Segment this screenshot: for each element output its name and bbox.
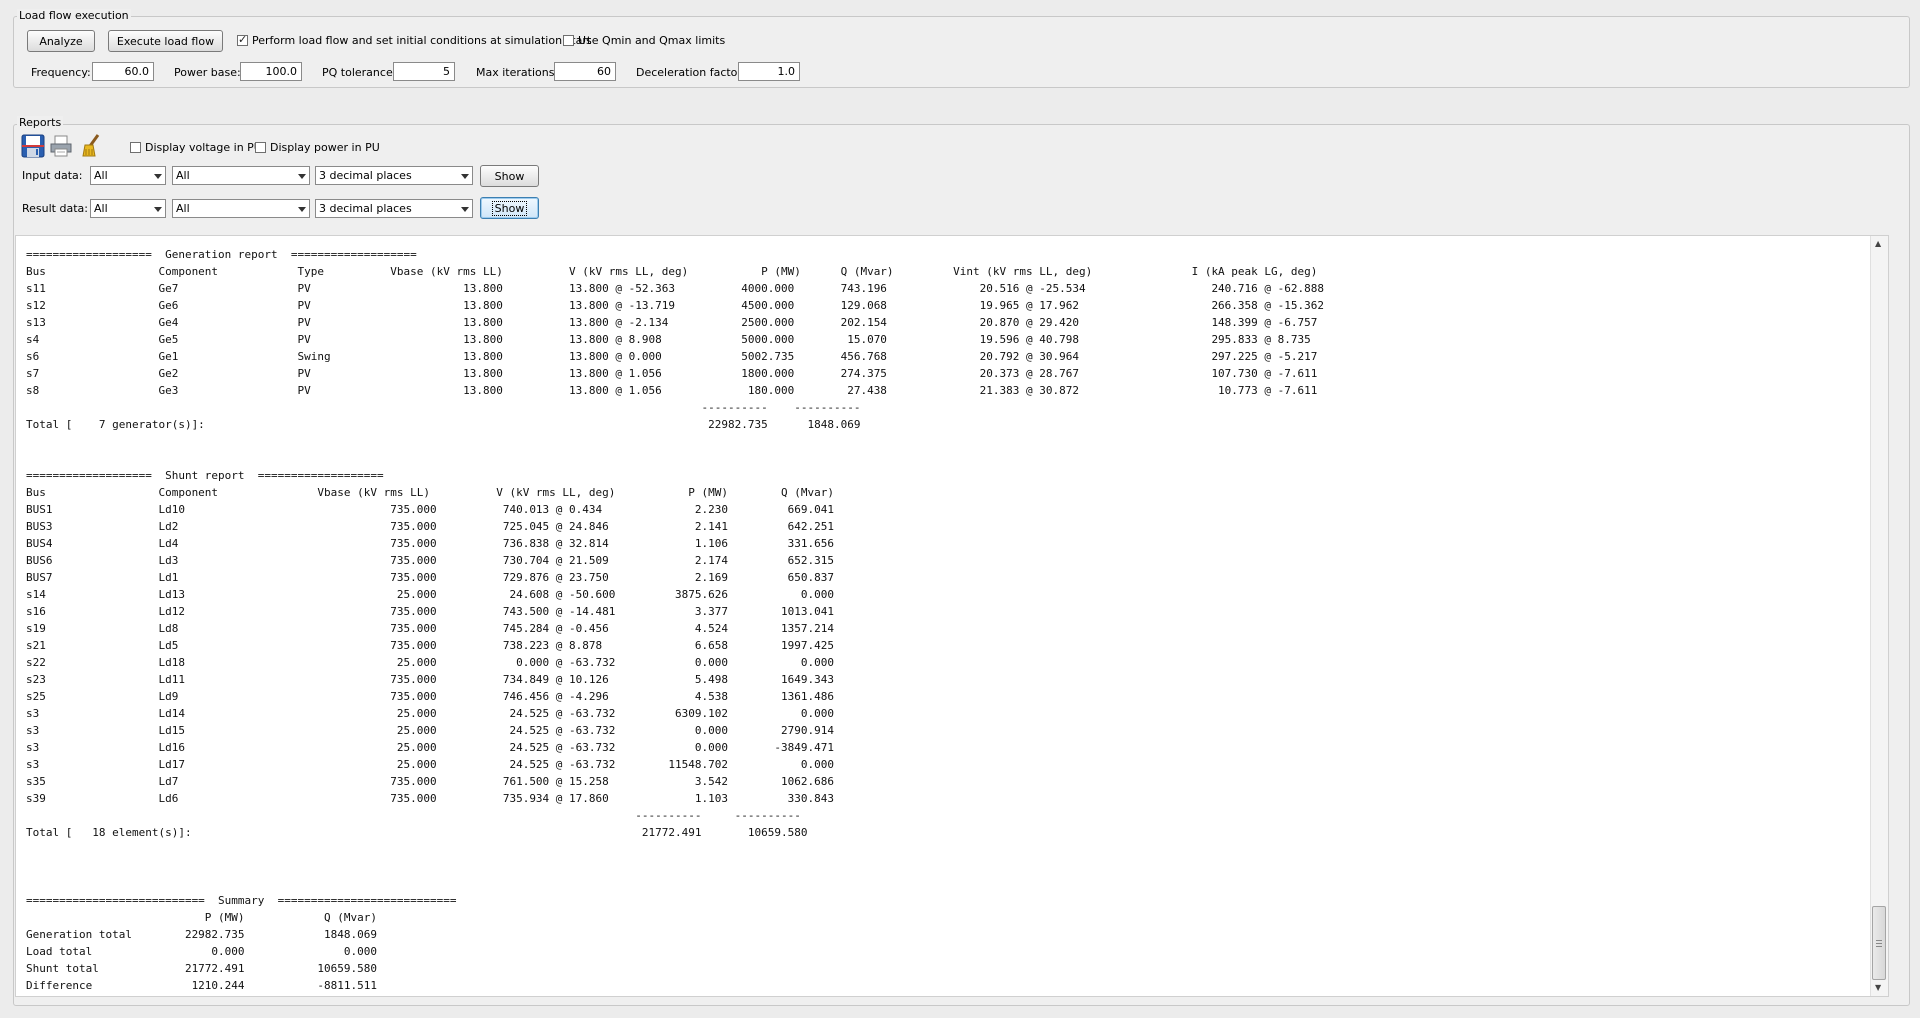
input-filter2-value: All	[176, 169, 190, 182]
display-power-pu-label: Display power in PU	[270, 141, 380, 154]
power-base-label: Power base:	[174, 66, 241, 79]
input-filter1-select[interactable]: All	[90, 166, 166, 185]
result-decimals-select[interactable]: 3 decimal places	[315, 199, 473, 218]
grip-line	[1876, 946, 1882, 947]
print-icon[interactable]	[49, 134, 73, 158]
report-text: =================== Generation report ==…	[26, 248, 1325, 992]
result-data-label: Result data:	[22, 202, 88, 215]
analyze-label: Analyze	[39, 34, 83, 48]
display-power-pu-check-icon	[255, 142, 266, 153]
display-voltage-pu-label: Display voltage in PU	[145, 141, 262, 154]
input-show-button[interactable]: Show	[480, 165, 539, 187]
input-filter1-value: All	[94, 169, 108, 182]
clear-icon[interactable]	[80, 133, 104, 157]
deceleration-factor-field[interactable]: 1.0	[738, 62, 800, 81]
display-power-pu-checkbox[interactable]: Display power in PU	[255, 141, 380, 154]
frequency-field[interactable]: 60.0	[92, 62, 154, 81]
pq-tolerance-label: PQ tolerance:	[322, 66, 397, 79]
chevron-down-icon	[154, 207, 162, 212]
result-show-button[interactable]: Show	[480, 197, 539, 219]
result-filter2-value: All	[176, 202, 190, 215]
reports-group-title: Reports	[17, 116, 64, 129]
report-text-area[interactable]: =================== Generation report ==…	[15, 235, 1889, 997]
qlimits-check-icon	[563, 35, 574, 46]
chevron-down-icon	[298, 174, 306, 179]
input-show-label: Show	[494, 169, 525, 183]
input-data-label: Input data:	[22, 169, 83, 182]
display-voltage-pu-checkbox[interactable]: Display voltage in PU	[130, 141, 262, 154]
result-decimals-value: 3 decimal places	[319, 202, 412, 215]
result-show-label: Show	[491, 200, 528, 216]
scroll-up-icon[interactable]: ▲	[1875, 239, 1881, 248]
chevron-down-icon	[298, 207, 306, 212]
power-base-field[interactable]: 100.0	[240, 62, 302, 81]
report-scrollbar[interactable]: ▲ ▼	[1870, 236, 1888, 996]
display-voltage-pu-check-icon	[130, 142, 141, 153]
pq-tolerance-field[interactable]: 5	[393, 62, 455, 81]
chevron-down-icon	[461, 207, 469, 212]
result-filter1-select[interactable]: All	[90, 199, 166, 218]
result-filter2-select[interactable]: All	[172, 199, 310, 218]
grip-line	[1876, 943, 1882, 944]
perform-load-flow-label: Perform load flow and set initial condit…	[252, 34, 592, 47]
save-icon[interactable]	[21, 134, 45, 158]
qlimits-checkbox[interactable]: Use Qmin and Qmax limits	[563, 34, 725, 47]
execute-load-flow-button[interactable]: Execute load flow	[108, 30, 223, 52]
execute-label: Execute load flow	[116, 34, 215, 48]
qlimits-label: Use Qmin and Qmax limits	[578, 34, 726, 47]
perform-load-flow-check-icon	[237, 33, 248, 46]
frequency-label: Frequency:	[31, 66, 91, 79]
analyze-button[interactable]: Analyze	[27, 30, 95, 52]
chevron-down-icon	[461, 174, 469, 179]
scroll-down-icon[interactable]: ▼	[1875, 983, 1881, 992]
input-decimals-value: 3 decimal places	[319, 169, 412, 182]
perform-load-flow-checkbox[interactable]: Perform load flow and set initial condit…	[237, 33, 592, 47]
grip-line	[1876, 940, 1882, 941]
deceleration-factor-label: Deceleration factor:	[636, 66, 746, 79]
load-flow-group-title: Load flow execution	[17, 9, 131, 22]
input-filter2-select[interactable]: All	[172, 166, 310, 185]
scrollbar-thumb[interactable]	[1872, 906, 1886, 980]
result-filter1-value: All	[94, 202, 108, 215]
chevron-down-icon	[154, 174, 162, 179]
input-decimals-select[interactable]: 3 decimal places	[315, 166, 473, 185]
max-iterations-label: Max iterations:	[476, 66, 559, 79]
max-iterations-field[interactable]: 60	[554, 62, 616, 81]
